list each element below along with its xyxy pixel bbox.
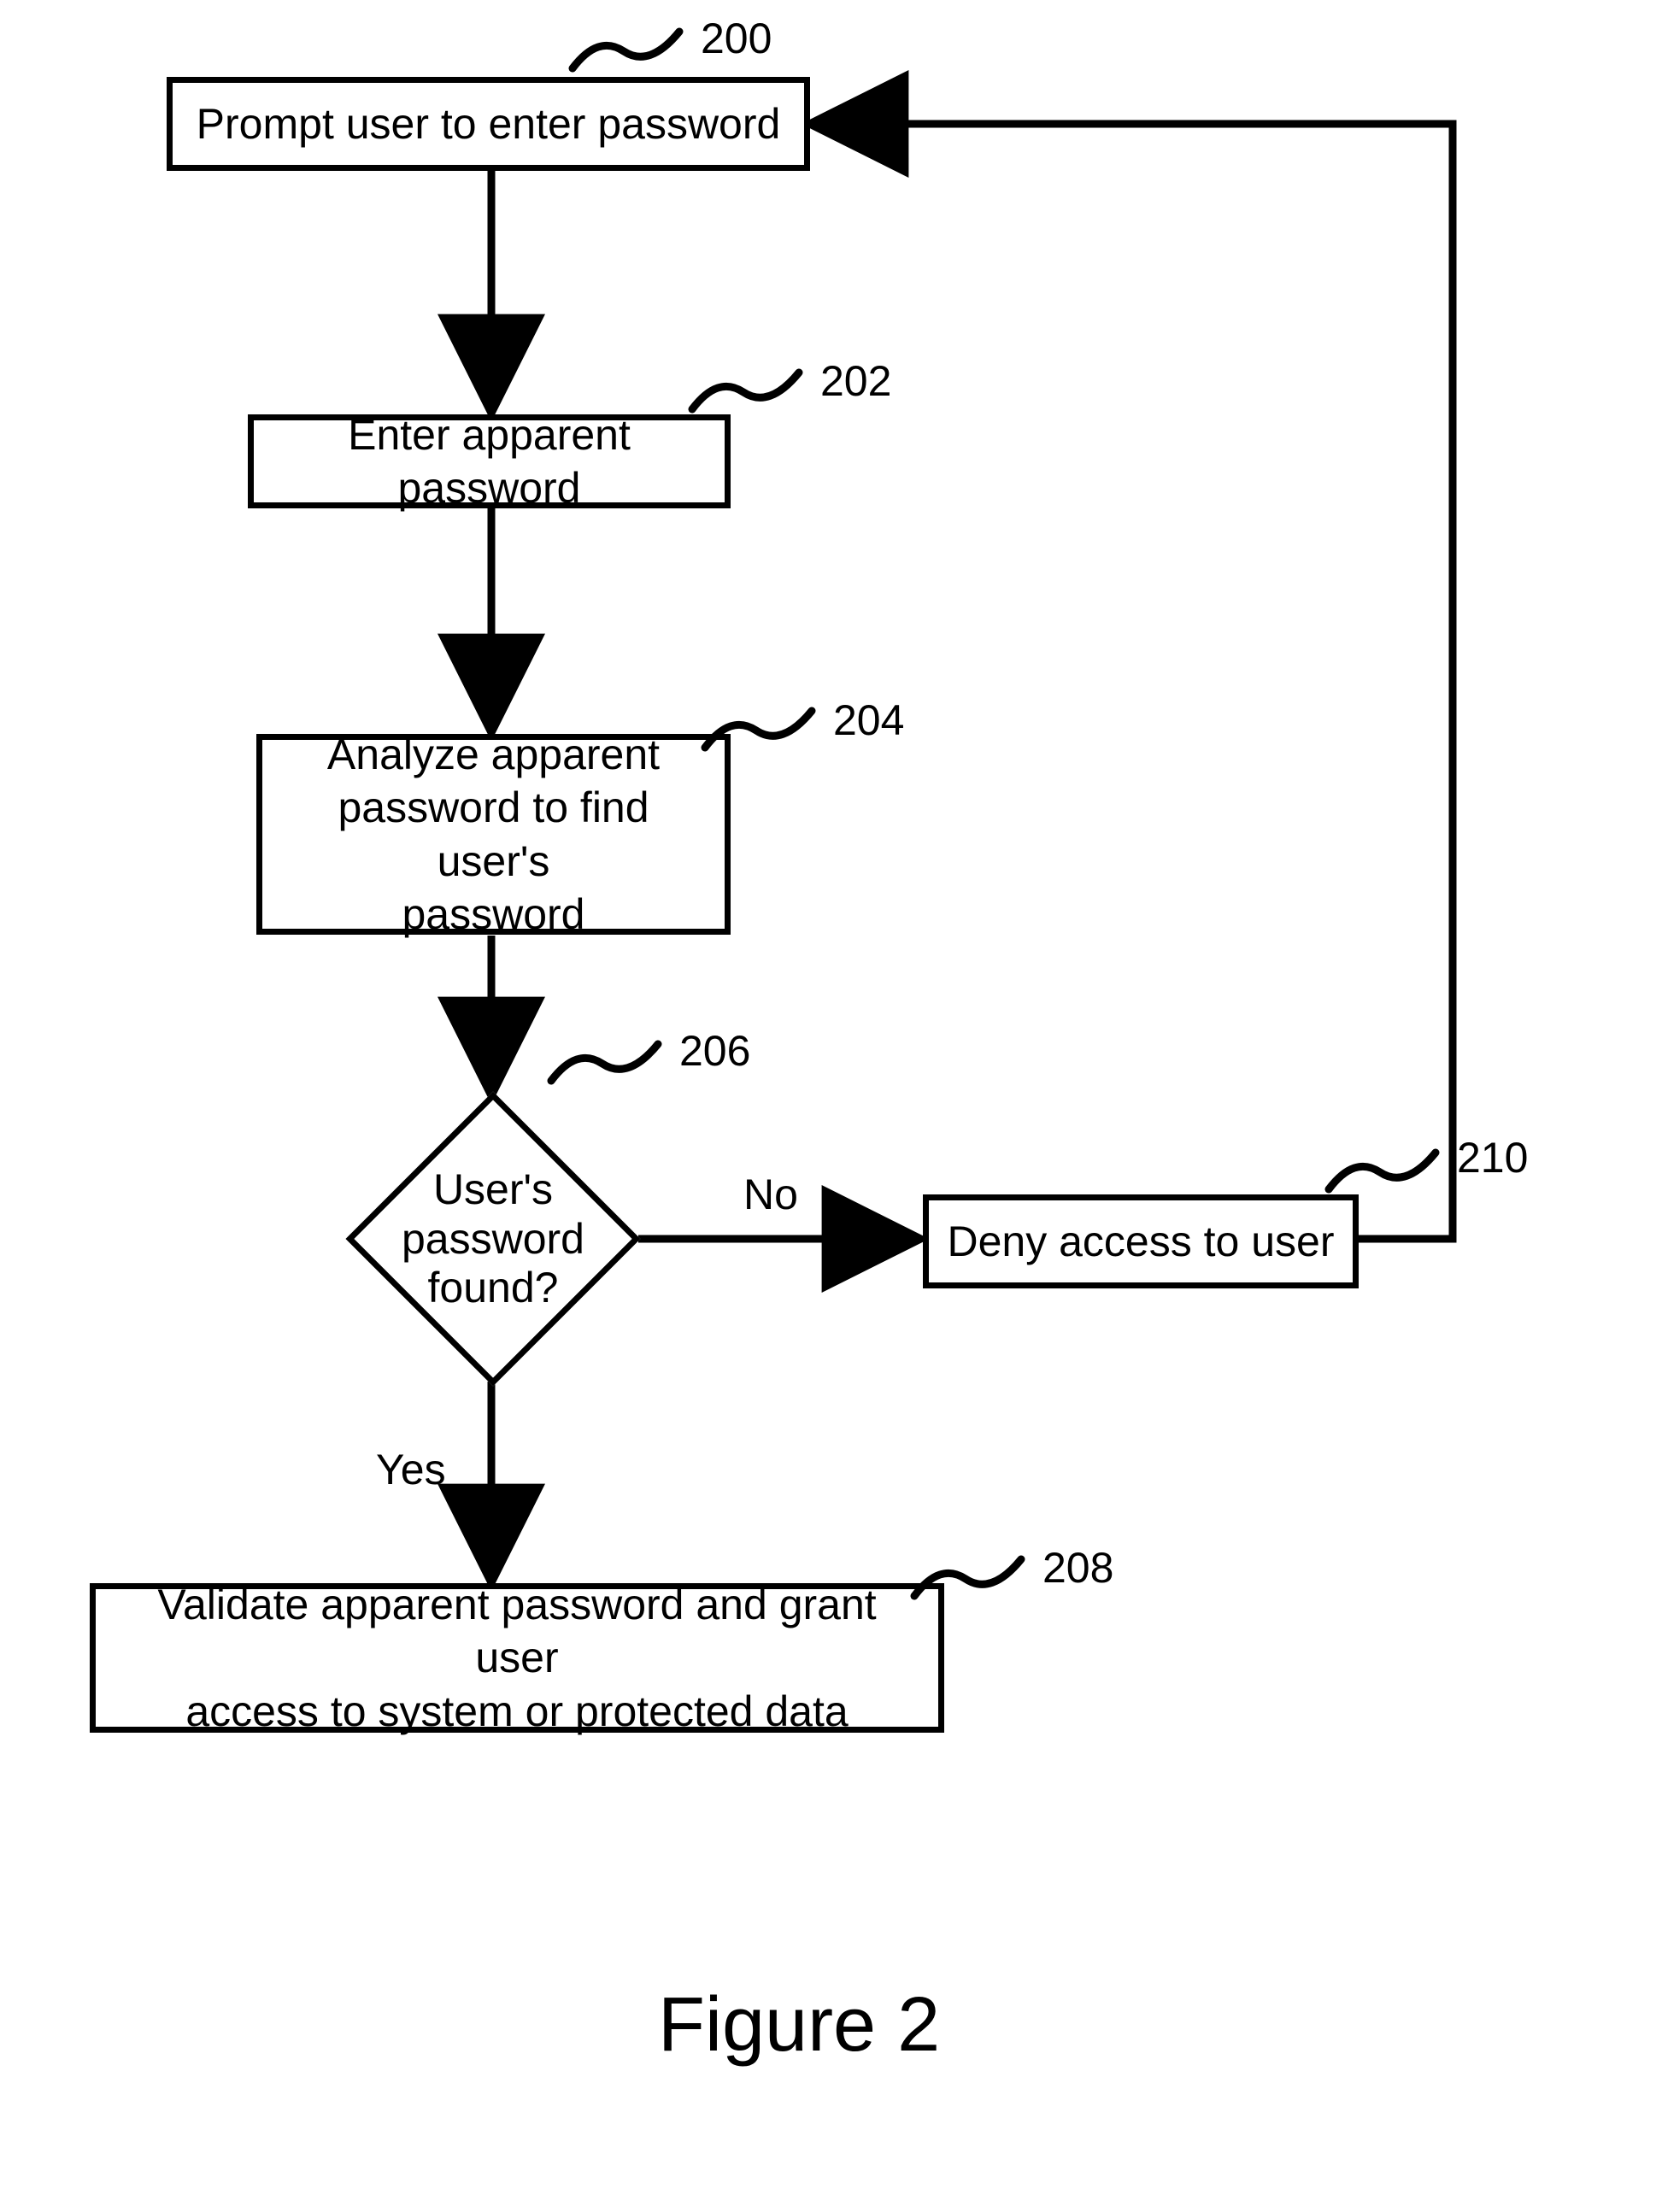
decision-password-found: User's password found? [389, 1135, 597, 1343]
step-text: Analyze apparent password to find user's… [279, 728, 708, 942]
step-text: Prompt user to enter password [197, 97, 781, 151]
step-text: Deny access to user [948, 1215, 1335, 1269]
ref-flag [696, 692, 816, 752]
step-text: Enter apparent password [271, 408, 708, 515]
ref-number: 202 [820, 360, 891, 402]
step-deny-access: Deny access to user [923, 1194, 1359, 1288]
flowchart-canvas: Prompt user to enter password 200 Enter … [0, 0, 1662, 2212]
ref-number: 210 [1457, 1136, 1528, 1179]
ref-number: 206 [679, 1030, 750, 1072]
step-enter-apparent-password: Enter apparent password [248, 414, 731, 508]
ref-flag [684, 354, 803, 414]
ref-number: 204 [833, 699, 904, 742]
step-text: Validate apparent password and grant use… [113, 1578, 921, 1739]
ref-number: 200 [701, 17, 772, 60]
ref-number: 208 [1042, 1546, 1113, 1589]
decision-text: User's password found? [402, 1165, 584, 1313]
step-prompt-password: Prompt user to enter password [167, 77, 810, 171]
step-validate-grant: Validate apparent password and grant use… [90, 1583, 944, 1733]
ref-flag [1320, 1134, 1440, 1194]
figure-caption: Figure 2 [658, 1986, 940, 2063]
step-analyze-password: Analyze apparent password to find user's… [256, 734, 731, 935]
ref-flag [564, 13, 684, 73]
ref-flag [906, 1540, 1025, 1600]
edge-label-yes: Yes [376, 1448, 446, 1491]
edge-label-no: No [743, 1173, 798, 1216]
connectors [0, 0, 1662, 2212]
ref-flag [543, 1025, 662, 1085]
